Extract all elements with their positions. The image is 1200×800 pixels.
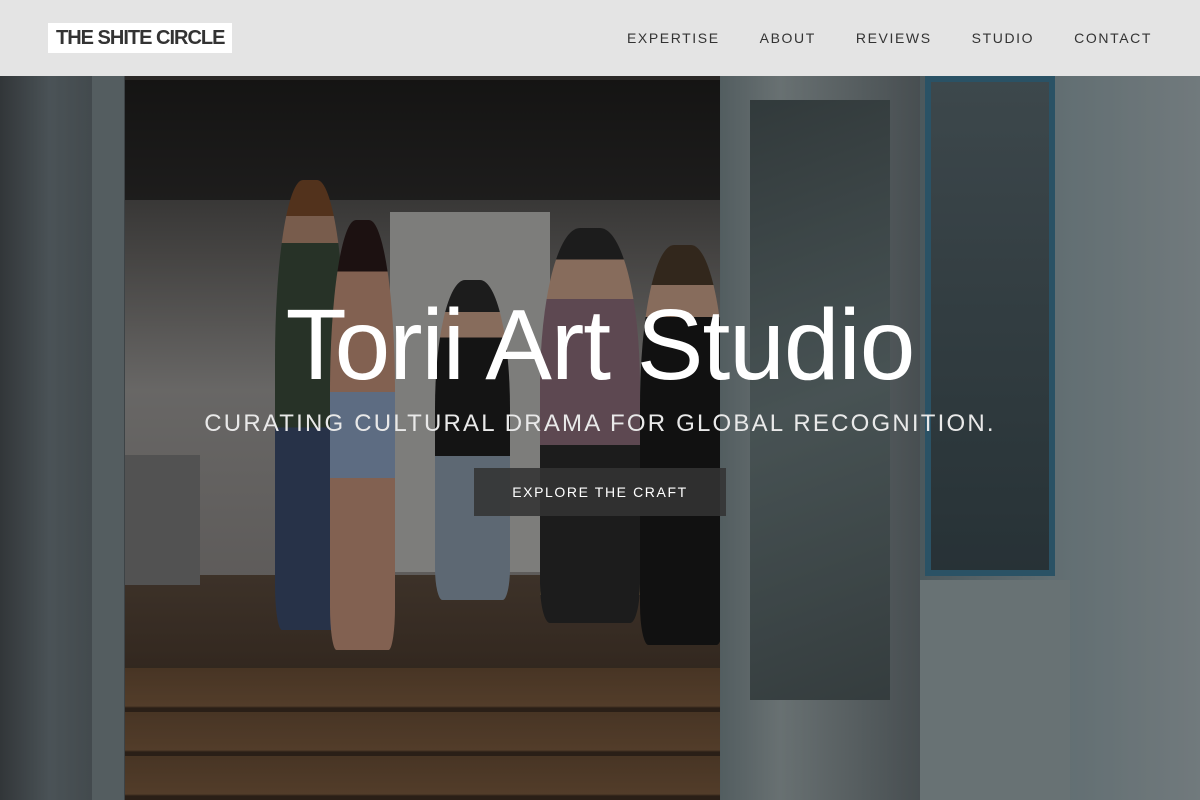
- nav-link-expertise[interactable]: EXPERTISE: [627, 0, 720, 76]
- nav-link-about[interactable]: ABOUT: [760, 0, 816, 76]
- hero-title: Torii Art Studio: [285, 289, 916, 401]
- hero-subtitle: CURATING CULTURAL DRAMA FOR GLOBAL RECOG…: [204, 410, 996, 437]
- nav-link-studio[interactable]: STUDIO: [972, 0, 1035, 76]
- explore-the-craft-button[interactable]: EXPLORE THE CRAFT: [474, 468, 726, 516]
- nav-links: EXPERTISE ABOUT REVIEWS STUDIO CONTACT: [627, 0, 1152, 76]
- hero-section: Torii Art Studio CURATING CULTURAL DRAMA…: [0, 0, 1200, 800]
- nav-link-contact[interactable]: CONTACT: [1074, 0, 1152, 76]
- brand-logo[interactable]: THE SHITE CIRCLE: [48, 23, 233, 53]
- top-navbar: THE SHITE CIRCLE EXPERTISE ABOUT REVIEWS…: [0, 0, 1200, 76]
- nav-link-reviews[interactable]: REVIEWS: [856, 0, 932, 76]
